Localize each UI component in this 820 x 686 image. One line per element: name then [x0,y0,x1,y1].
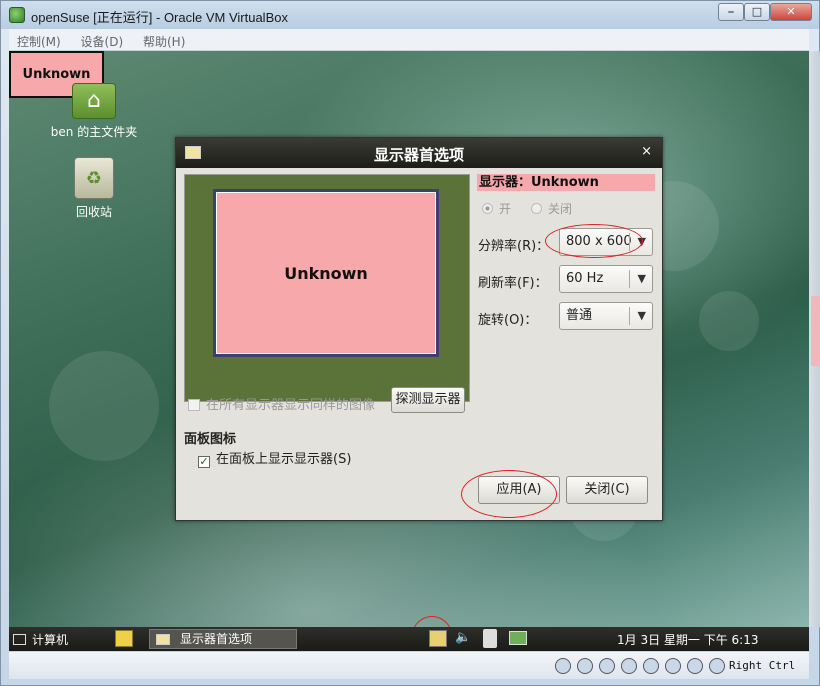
chevron-down-icon: ▼ [637,235,646,248]
chevron-down-icon: ▼ [637,309,646,322]
clock[interactable]: 1月 3日 星期一 下午 6:13 [617,631,758,648]
trash-icon [74,157,114,199]
radio-off-dot [531,203,542,214]
dialog-titlebar[interactable]: 显示器首选项 × [176,138,662,168]
mirror-displays-label: 在所有显示器显示同样的图像 [206,398,376,413]
resolution-select[interactable]: 800 x 600 ▼ [559,228,653,256]
menubar: 控制(M) 设备(D) 帮助(H) [9,29,809,51]
display-preferences-dialog: 显示器首选项 × Unknown 显示器：Unknown 开 关闭 分辨率(R)… [175,137,663,521]
apply-button[interactable]: 应用(A) [478,476,560,504]
host-key-label: Right Ctrl [729,659,796,672]
refresh-rate-label: 刷新率(F)： [478,276,548,291]
task-label: 显示器首选项 [180,632,253,646]
radio-on-label: 开 [499,202,512,216]
checkbox-box [188,399,200,411]
radio-off[interactable]: 关闭 [531,200,572,217]
minimize-button[interactable]: ⎯ [718,3,744,21]
monitor-preview[interactable]: Unknown [213,189,439,357]
network-adapter-icon[interactable] [621,658,637,674]
hard-disk-icon[interactable] [555,658,571,674]
resolution-label: 分辨率(R)： [478,239,550,254]
virtualbox-window: openSuse [正在运行] - Oracle VM VirtualBox ⎯… [0,0,820,686]
guest-desktop: Unknown ben 的主文件夹 回收站 显示器首选项 × Unknown 显… [9,51,809,627]
refresh-rate-select[interactable]: 60 Hz ▼ [559,265,653,293]
desktop-trash[interactable]: 回收站 [39,157,149,220]
show-in-panel-label: 在面板上显示显示器(S) [216,452,352,467]
radio-on-dot [482,203,493,214]
volume-icon[interactable]: 🔈 [455,630,471,645]
close-window-button[interactable]: ✕ [770,3,812,21]
monitor-name: 显示器：Unknown [477,174,655,191]
computer-label: 计算机 [32,633,69,647]
monitor-preview-label: Unknown [284,264,368,283]
virtualbox-statusbar: Right Ctrl [9,651,809,679]
window-title: openSuse [正在运行] - Oracle VM VirtualBox [31,10,288,25]
network-icon[interactable] [509,631,527,645]
dialog-close-icon[interactable]: × [641,144,652,159]
radio-on[interactable]: 开 [482,200,511,217]
virtualbox-app-icon [9,7,25,23]
panel-icon-heading: 面板图标 [184,432,237,447]
trash-label: 回收站 [75,205,112,219]
rotation-label: 旋转(O)： [478,313,538,328]
usb-icon[interactable] [599,658,615,674]
resolution-value: 800 x 600 [566,234,632,249]
checkmark-icon: ✓ [198,455,210,468]
mouse-integration-icon[interactable] [687,658,703,674]
host-window-edge [809,51,820,627]
keyboard-icon[interactable] [709,658,725,674]
desktop-home-folder[interactable]: ben 的主文件夹 [39,83,149,140]
close-button[interactable]: 关闭(C) [566,476,648,504]
clipboard-icon[interactable] [483,629,497,648]
radio-off-label: 关闭 [548,202,573,216]
home-folder-icon [72,83,116,119]
display-tray-icon[interactable] [429,630,447,647]
shared-folders-icon[interactable] [643,658,659,674]
notes-icon[interactable] [115,630,133,647]
window-titlebar[interactable]: openSuse [正在运行] - Oracle VM VirtualBox ⎯… [1,1,819,29]
monitor-preview-area: Unknown [184,174,470,402]
mirror-displays-checkbox[interactable]: 在所有显示器显示同样的图像 [188,394,375,413]
taskbar-item-display-preferences[interactable]: 显示器首选项 [149,629,297,649]
maximize-button[interactable]: □ [744,3,770,21]
detect-displays-button[interactable]: 探测显示器 [391,387,465,413]
dialog-title: 显示器首选项 [373,146,464,164]
menu-help[interactable]: 帮助(H) [135,29,193,50]
display-status-icon[interactable] [665,658,681,674]
display-icon [156,634,170,645]
home-folder-label: ben 的主文件夹 [50,125,138,139]
menu-devices[interactable]: 设备(D) [73,29,132,50]
rotation-value: 普通 [566,308,593,323]
computer-menu-button[interactable]: 计算机 [13,631,68,648]
menu-control[interactable]: 控制(M) [9,29,69,50]
guest-taskbar: 计算机 显示器首选项 🔈 1月 3日 星期一 下午 6:13 [9,627,809,651]
rotation-select[interactable]: 普通 ▼ [559,302,653,330]
computer-icon [13,634,26,645]
optical-drive-icon[interactable] [577,658,593,674]
chevron-down-icon: ▼ [637,272,646,285]
refresh-rate-value: 60 Hz [566,271,604,286]
annotation-circle-tray [410,616,454,627]
show-in-panel-checkbox[interactable]: ✓ 在面板上显示显示器(S) [198,448,351,468]
